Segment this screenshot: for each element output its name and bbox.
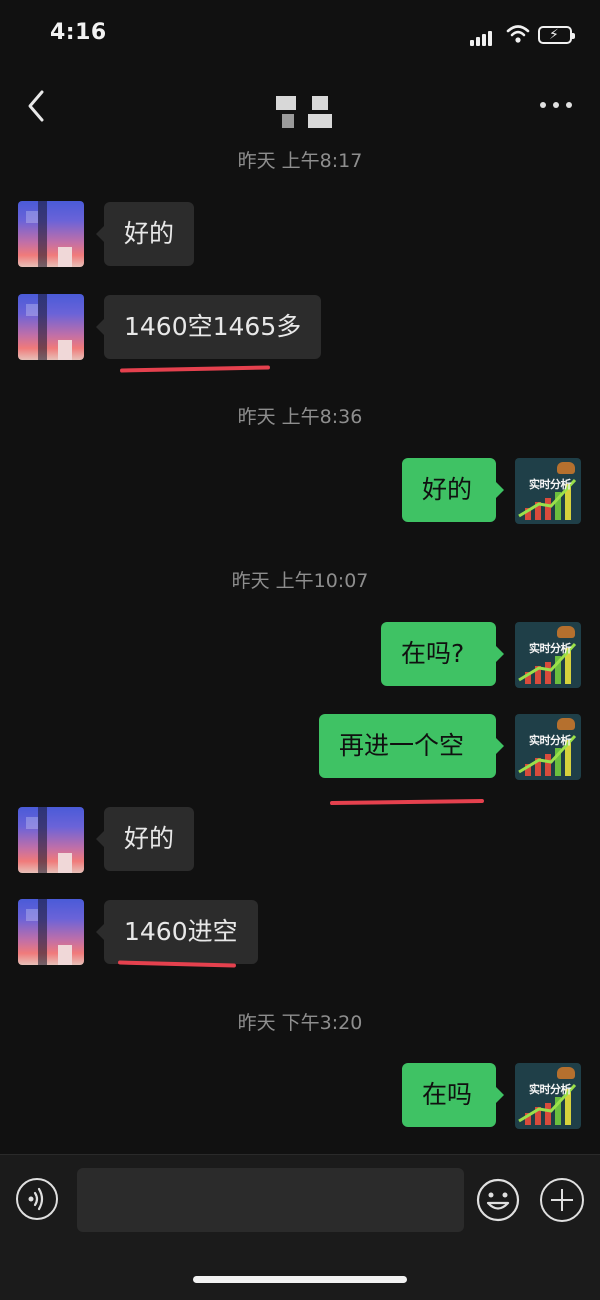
message-bubble-outgoing[interactable]: 在吗?: [381, 622, 504, 686]
message-text: 好的: [422, 475, 473, 504]
user-avatar[interactable]: 实时分析: [515, 458, 581, 524]
avatar-text: 实时分析: [529, 1083, 572, 1096]
contact-avatar[interactable]: [18, 294, 84, 360]
user-avatar[interactable]: 实时分析: [515, 714, 581, 780]
contact-avatar[interactable]: [18, 807, 84, 873]
plus-icon[interactable]: [540, 1178, 584, 1222]
timestamp: 昨天 上午8:36: [237, 406, 363, 428]
timestamp: 昨天 上午8:17: [237, 150, 363, 172]
wifi-icon: [506, 25, 530, 43]
message-bubble-incoming[interactable]: 1460进空: [96, 900, 258, 964]
message-bubble-outgoing[interactable]: 在吗: [402, 1063, 504, 1127]
avatar-text: 实时分析: [529, 734, 572, 747]
home-indicator[interactable]: [193, 1276, 407, 1283]
emoji-icon[interactable]: [476, 1178, 520, 1222]
message-text: 1460空1465多: [124, 312, 302, 341]
contact-avatar[interactable]: [18, 899, 84, 965]
back-arrow-icon[interactable]: [22, 88, 52, 124]
battery-charging-icon: ⚡: [538, 26, 575, 44]
message-input[interactable]: [77, 1168, 464, 1232]
user-avatar[interactable]: 实时分析: [515, 1063, 581, 1129]
annotation-underline: [329, 798, 485, 806]
voice-icon: [28, 1187, 44, 1211]
message-text: 在吗?: [401, 639, 465, 668]
message-bubble-outgoing[interactable]: 再进一个空: [319, 714, 504, 778]
chat-title-redacted: [276, 96, 334, 128]
timestamp: 昨天 下午3:20: [237, 1012, 363, 1034]
contact-avatar[interactable]: [18, 201, 84, 267]
voice-button[interactable]: [16, 1178, 58, 1220]
message-text: 好的: [124, 219, 175, 248]
timestamp: 昨天 上午10:07: [231, 570, 369, 592]
annotation-underline: [119, 365, 271, 373]
avatar-text: 实时分析: [529, 478, 572, 491]
cellular-signal-icon: [470, 28, 496, 46]
message-text: 在吗: [422, 1080, 473, 1109]
user-avatar[interactable]: 实时分析: [515, 622, 581, 688]
message-text: 1460进空: [124, 917, 238, 946]
message-bubble-outgoing[interactable]: 好的: [402, 458, 504, 522]
status-time: 4:16: [50, 20, 107, 45]
avatar-text: 实时分析: [529, 642, 572, 655]
message-bubble-incoming[interactable]: 好的: [95, 807, 195, 871]
message-text: 好的: [124, 824, 175, 853]
more-icon[interactable]: [540, 100, 574, 110]
message-bubble-incoming[interactable]: 1460空1465多: [95, 295, 322, 359]
message-bubble-incoming[interactable]: 好的: [95, 202, 195, 266]
message-text: 再进一个空: [339, 731, 465, 760]
